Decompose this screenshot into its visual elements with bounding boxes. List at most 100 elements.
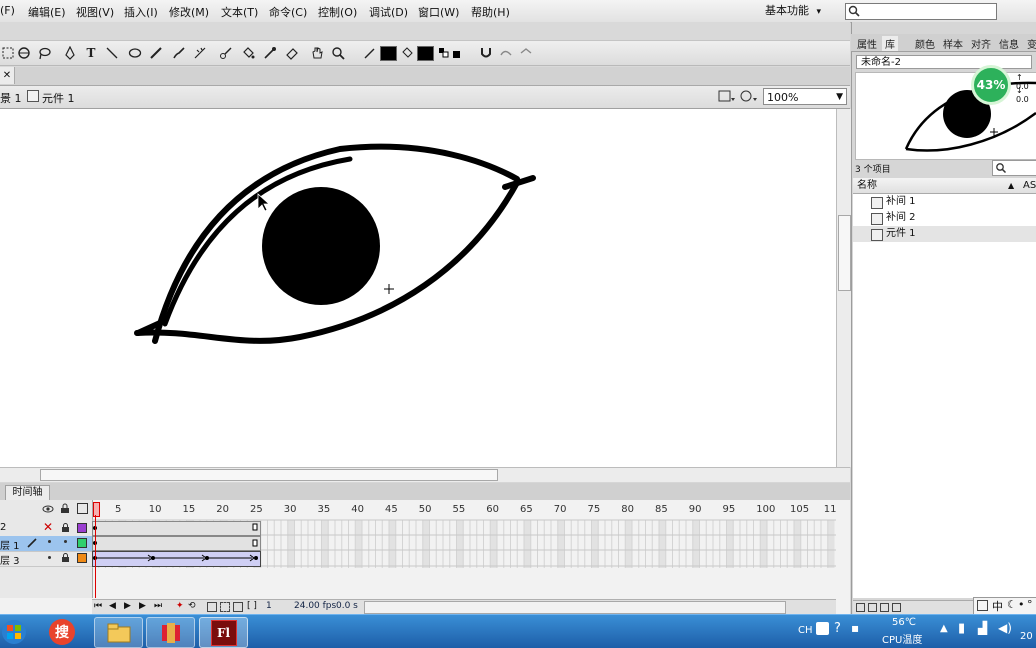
brush-icon[interactable] <box>171 45 187 61</box>
layer-row-selected[interactable]: 层 1 <box>0 536 92 552</box>
ime-tray-icon[interactable] <box>816 622 829 635</box>
step-back-icon[interactable]: ◀ <box>109 601 116 611</box>
menu-help[interactable]: 帮助(H) <box>471 4 510 20</box>
vertical-scroll-thumb[interactable] <box>838 215 851 291</box>
help-search-input[interactable] <box>845 3 997 20</box>
onion-skin-icon[interactable] <box>207 602 217 612</box>
list-item[interactable]: 补间 2 <box>853 210 1036 226</box>
layer-row[interactable]: 层 3 <box>0 551 92 567</box>
ime-logo-icon[interactable] <box>977 600 988 611</box>
layer-color-swatch[interactable] <box>77 523 87 533</box>
menu-text[interactable]: 文本(T) <box>221 4 258 20</box>
free-transform-icon[interactable] <box>0 45 16 61</box>
breadcrumb-scene[interactable]: 景 1 <box>0 90 22 106</box>
frame-grid[interactable]: 1510152025303540455055606570758085909510… <box>92 500 836 598</box>
onion-outline-icon[interactable] <box>220 602 230 612</box>
pen-tool-icon[interactable] <box>62 45 78 61</box>
eraser-icon[interactable] <box>284 45 300 61</box>
loop-icon[interactable]: ⟲ <box>188 601 196 611</box>
flash-taskbar-icon[interactable]: Fl <box>199 617 248 648</box>
delete-icon[interactable] <box>892 603 901 612</box>
menu-view[interactable]: 视图(V) <box>76 4 114 20</box>
list-item[interactable]: 补间 1 <box>853 194 1036 210</box>
new-folder-icon[interactable] <box>868 603 877 612</box>
menu-insert[interactable]: 插入(I) <box>124 4 158 20</box>
eyedropper-icon[interactable] <box>262 45 278 61</box>
straighten-icon[interactable] <box>518 45 534 61</box>
ime-settings-label[interactable]: ° <box>1027 598 1033 611</box>
outline-icon[interactable] <box>77 503 88 514</box>
hand-tool-icon[interactable] <box>309 45 325 61</box>
text-tool-icon[interactable]: T <box>83 45 99 61</box>
onion-markers-icon[interactable]: [ ] <box>247 601 257 611</box>
menu-edit[interactable]: 编辑(E) <box>28 4 66 20</box>
properties-icon[interactable] <box>880 603 889 612</box>
go-last-frame-icon[interactable]: ⏭ <box>154 601 162 611</box>
breadcrumb-symbol[interactable]: 元件 1 <box>42 90 75 106</box>
fill-color-icon[interactable] <box>399 45 415 61</box>
menu-control[interactable]: 控制(O) <box>318 4 357 20</box>
stage-vertical-scrollbar[interactable] <box>836 109 851 467</box>
tab-swatches[interactable]: 样本 <box>943 36 963 51</box>
timeline-hscroll[interactable] <box>364 601 786 614</box>
ime-moon-icon[interactable]: ☾ <box>1007 598 1017 611</box>
clock[interactable]: 20 <box>1020 631 1033 642</box>
go-first-frame-icon[interactable]: ⏮ <box>94 601 102 611</box>
tab-info[interactable]: 信息 <box>999 36 1019 51</box>
deco-tool-icon[interactable] <box>192 45 208 61</box>
edit-multiple-frames-icon[interactable] <box>233 602 243 612</box>
tab-color[interactable]: 颜色 <box>915 36 935 51</box>
tab-timeline[interactable]: 时间轴 <box>5 485 50 500</box>
app-taskbar-icon[interactable] <box>146 617 195 648</box>
3d-rotation-icon[interactable] <box>16 45 32 61</box>
workspace-switcher[interactable]: 基本功能 ▾ <box>765 0 833 21</box>
sogou-search-icon[interactable]: 搜 <box>47 617 77 646</box>
column-as-linkage[interactable]: AS <box>1023 178 1036 193</box>
center-frame-icon[interactable]: ✦ <box>176 601 184 611</box>
tab-properties[interactable]: 属性 <box>857 36 877 51</box>
bone-tool-icon[interactable] <box>218 45 234 61</box>
new-symbol-icon[interactable] <box>856 603 865 612</box>
lasso-icon[interactable] <box>36 45 52 61</box>
horizontal-scroll-thumb[interactable] <box>40 469 498 481</box>
smooth-icon[interactable] <box>498 45 514 61</box>
zoom-tool-icon[interactable] <box>330 45 346 61</box>
line-tool-icon[interactable] <box>104 45 120 61</box>
tab-library[interactable]: 库 <box>882 36 898 51</box>
layer-row[interactable]: 2 ✕ <box>0 520 92 537</box>
fill-color-swatch[interactable] <box>417 46 434 61</box>
zoom-select[interactable]: 100% ▼ <box>763 88 847 105</box>
start-button-icon[interactable] <box>0 617 28 646</box>
network-icon[interactable]: ▟ <box>978 621 987 635</box>
layer-color-swatch[interactable] <box>77 553 87 563</box>
menu-modify[interactable]: 修改(M) <box>169 4 209 20</box>
performance-badge[interactable]: 43% <box>971 65 1011 105</box>
ime-chinese-mode[interactable]: 中 <box>992 598 1003 614</box>
list-item-selected[interactable]: 元件 1 <box>853 226 1036 242</box>
tab-align[interactable]: 对齐 <box>971 36 991 51</box>
language-indicator[interactable]: CH <box>798 625 813 636</box>
tray-expand-icon[interactable]: ▲ <box>940 623 948 634</box>
stage-canvas[interactable] <box>0 109 836 467</box>
column-name[interactable]: 名称 <box>857 178 877 193</box>
eye-icon[interactable] <box>42 504 54 517</box>
fps-label[interactable]: 24.00 fps <box>294 601 336 611</box>
step-forward-icon[interactable]: ▶ <box>139 601 146 611</box>
file-explorer-icon[interactable] <box>94 617 143 648</box>
stage-horizontal-scrollbar[interactable] <box>0 467 850 482</box>
help-icon[interactable]: ? <box>834 621 841 636</box>
close-icon[interactable]: ✕ <box>0 67 15 84</box>
layer-color-swatch[interactable] <box>77 538 87 548</box>
menu-file[interactable]: (F) <box>0 4 15 17</box>
edit-scene-icon[interactable] <box>718 89 736 106</box>
library-document-select[interactable]: 未命名-2 <box>856 55 1032 69</box>
stroke-color-icon[interactable] <box>362 45 378 61</box>
snap-magnet-icon[interactable] <box>478 45 494 61</box>
play-icon[interactable]: ▶ <box>124 601 131 611</box>
menu-window[interactable]: 窗口(W) <box>418 4 459 20</box>
oval-tool-icon[interactable] <box>127 45 143 61</box>
paint-bucket-icon[interactable] <box>240 45 256 61</box>
library-search-input[interactable] <box>992 160 1036 176</box>
edit-symbol-icon[interactable] <box>740 89 758 106</box>
stroke-color-swatch[interactable] <box>380 46 397 61</box>
